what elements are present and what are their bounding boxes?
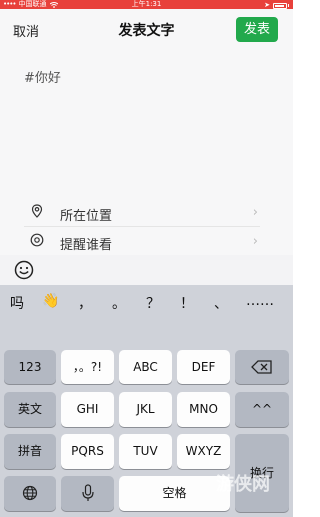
candidate[interactable]: ？	[146, 293, 160, 313]
option-location-label: 所在位置	[60, 209, 113, 224]
option-remind-label: 提醒谁看	[60, 238, 113, 253]
at-icon	[30, 233, 44, 247]
option-remind[interactable]: 提醒谁看 ›	[24, 226, 260, 256]
candidate[interactable]: ！	[180, 293, 194, 313]
status-time: 上午1:31	[131, 0, 162, 8]
candidate[interactable]: 👋	[42, 293, 59, 309]
key-pinyin[interactable]: 拼音	[4, 434, 56, 469]
battery-icon	[273, 2, 287, 9]
key-label: ^^	[251, 402, 273, 416]
key-label: 空格	[162, 486, 187, 500]
smiley-icon[interactable]	[14, 260, 34, 280]
key-label: ABC	[133, 360, 158, 374]
key-123[interactable]: 123	[4, 350, 56, 384]
key-delete[interactable]	[235, 350, 289, 384]
key-mno[interactable]: MNO	[177, 392, 230, 427]
chevron-right-icon: ›	[252, 205, 258, 220]
key-pqrs[interactable]: PQRS	[61, 434, 114, 469]
key-label: DEF	[191, 360, 216, 374]
editor-text[interactable]: #你好	[24, 67, 61, 86]
app-root: •••• 中国联通 上午1:31 ➤ 取消 发表文字 发表 #你好 所在位置 ›…	[0, 0, 293, 517]
key-label: 拼音	[17, 444, 42, 458]
candidate[interactable]: ……	[246, 293, 274, 309]
key-abc[interactable]: ABC	[119, 350, 172, 384]
battery-tip	[288, 4, 289, 7]
publish-button[interactable]: 发表	[236, 17, 278, 42]
candidate[interactable]: ，	[78, 293, 92, 313]
key-jkl[interactable]: JKL	[119, 392, 172, 427]
text-editor[interactable]: #你好	[0, 49, 293, 189]
key-label: 英文	[17, 402, 42, 416]
key-label: GHI	[76, 402, 99, 416]
status-bar: •••• 中国联通 上午1:31 ➤	[0, 0, 293, 9]
key-label: TUV	[133, 444, 158, 458]
candidate[interactable]: 。	[112, 293, 126, 313]
candidate[interactable]: 、	[214, 293, 228, 313]
delete-icon	[251, 360, 272, 374]
globe-icon	[22, 485, 38, 501]
candidate[interactable]: 吗	[10, 293, 24, 313]
candidate-bar: 吗 👋 ， 。 ？ ！ 、 ……	[0, 285, 293, 318]
key-punct[interactable]: ，。?!	[61, 350, 114, 384]
key-space[interactable]: 空格	[119, 476, 230, 511]
key-english[interactable]: 英文	[4, 392, 56, 427]
key-wxyz[interactable]: WXYZ	[177, 434, 230, 469]
chevron-right-icon: ›	[252, 234, 258, 249]
key-ghi[interactable]: GHI	[61, 392, 114, 427]
key-emoticon[interactable]: ^^	[235, 392, 289, 427]
mic-icon	[81, 484, 94, 501]
nav-bar: 取消 发表文字 发表	[0, 9, 293, 49]
location-pin-icon	[31, 204, 43, 218]
key-globe[interactable]	[4, 476, 56, 511]
key-label: JKL	[136, 402, 155, 416]
key-label: MNO	[189, 402, 218, 416]
key-tuv[interactable]: TUV	[119, 434, 172, 469]
key-def[interactable]: DEF	[177, 350, 230, 384]
watermark: 游侠网	[216, 474, 270, 495]
key-label: ，。?!	[72, 360, 103, 374]
emoji-toolbar	[0, 255, 293, 285]
key-voice[interactable]	[61, 476, 114, 511]
option-location[interactable]: 所在位置 ›	[24, 197, 260, 227]
key-label: PQRS	[71, 444, 104, 458]
key-label: 123	[18, 360, 42, 374]
key-label: WXYZ	[185, 444, 222, 458]
